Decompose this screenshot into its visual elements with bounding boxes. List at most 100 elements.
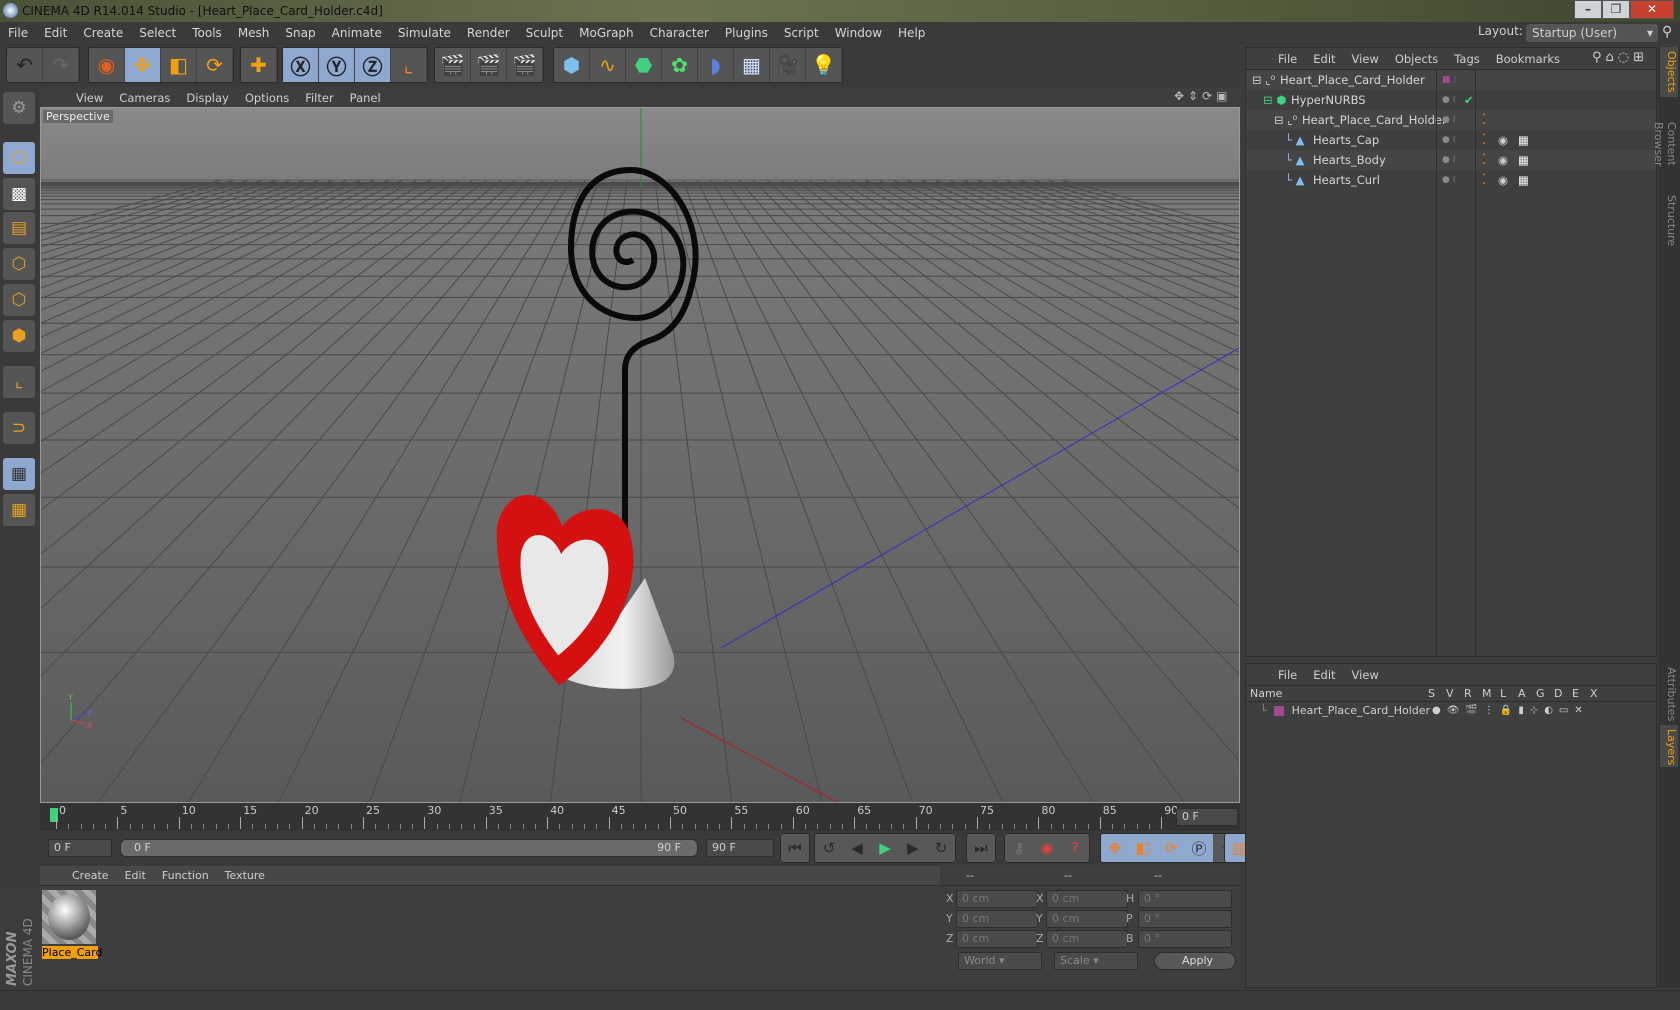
menu-snap[interactable]: Snap (277, 26, 323, 40)
layer-column-a[interactable]: A (1518, 687, 1526, 700)
coord-field[interactable]: 0 ° (1138, 930, 1232, 948)
layer-column-d[interactable]: D (1554, 687, 1562, 700)
play-icon[interactable]: ▶ (871, 834, 899, 862)
goto-start-icon[interactable]: ⏮ (781, 834, 809, 862)
layer-row[interactable]: └ Heart_Place_Card_Holder ●👁🎬⋮🔒▮⊹◐▭✕ (1246, 702, 1656, 720)
prev-key-icon[interactable]: ↺ (815, 834, 843, 862)
object-row[interactable]: ⊟ ⬢ HyperNURBS ● ⁞ ✔ (1246, 90, 1656, 110)
tab-attributes[interactable]: Attributes (1660, 663, 1678, 723)
layer-column-m[interactable]: M (1482, 687, 1492, 700)
menu-mograph[interactable]: MoGraph (571, 26, 642, 40)
material-tag-icon[interactable]: ◉ (1498, 170, 1508, 190)
array-icon[interactable]: ✿ (662, 48, 698, 82)
deformer-icon[interactable]: ◗ (698, 48, 734, 82)
undo-icon[interactable]: ↶ (7, 48, 43, 82)
key-scale-icon[interactable]: ◧ (1129, 834, 1157, 862)
viewport-menu-panel[interactable]: Panel (342, 91, 389, 105)
menu-animate[interactable]: Animate (324, 26, 390, 40)
axis-mode-icon[interactable]: ⌞ (3, 366, 35, 398)
layer-menu-view[interactable]: View (1344, 668, 1387, 682)
start-frame-field[interactable]: 0 F (48, 839, 112, 857)
tab-layers[interactable]: Layers (1660, 725, 1678, 767)
object-menu-edit[interactable]: Edit (1305, 52, 1343, 66)
restore-button[interactable]: ❐ (1602, 0, 1630, 19)
visibility-dots[interactable]: ● ⁞ (1442, 90, 1456, 110)
uvw-tag-icon[interactable]: ▦ (1518, 170, 1529, 190)
viewport-menu-filter[interactable]: Filter (297, 91, 341, 105)
coord-field[interactable]: 0 cm (1046, 910, 1128, 928)
visibility-dots[interactable]: ■ ⁞ (1442, 70, 1456, 90)
edit-render-settings-icon[interactable]: 🎬 (507, 48, 543, 82)
search-icon[interactable]: ⚲ (1662, 24, 1672, 40)
viewport-menu-options[interactable]: Options (237, 91, 297, 105)
layer-column-x[interactable]: X (1590, 687, 1598, 700)
snap-icon[interactable]: ⊃ (3, 412, 35, 444)
move-icon[interactable]: ✥ (125, 48, 161, 82)
menu-select[interactable]: Select (131, 26, 184, 40)
material-tag-icon[interactable]: ◉ (1498, 150, 1508, 170)
apply-button[interactable]: Apply (1154, 952, 1236, 970)
object-menu-file[interactable]: File (1270, 52, 1305, 66)
light-icon[interactable]: 💡 (806, 48, 842, 82)
nurbs-icon[interactable]: ⬣ (626, 48, 662, 82)
edges-mode-icon[interactable]: ⬡ (3, 284, 35, 316)
material-menu-function[interactable]: Function (154, 869, 217, 882)
make-editable-icon[interactable]: ⚙ (3, 92, 35, 124)
viewport-menu-display[interactable]: Display (178, 91, 236, 105)
polygons-mode-icon[interactable]: ⬢ (3, 320, 35, 352)
render-picture-viewer-icon[interactable]: 🎬 (471, 48, 507, 82)
layer-column-v[interactable]: V (1446, 687, 1454, 700)
model-mode-icon[interactable]: ⬡ (3, 142, 35, 174)
menu-character[interactable]: Character (642, 26, 717, 40)
object-manager-tools-icons[interactable]: ⚲⌂◌⊞ (1592, 50, 1648, 65)
menu-create[interactable]: Create (75, 26, 131, 40)
workplane-icon[interactable]: ▤ (3, 212, 35, 244)
object-row[interactable]: └ ▲ Hearts_Curl ● ⁞ ⁚ ◉ ▦ (1246, 170, 1656, 190)
menu-window[interactable]: Window (827, 26, 890, 40)
tab-objects[interactable]: Objects (1660, 47, 1678, 97)
enabled-check-icon[interactable]: ✔ (1464, 90, 1474, 110)
layer-menu-edit[interactable]: Edit (1305, 668, 1343, 682)
y-axis-icon[interactable]: Ⓨ (319, 48, 355, 82)
x-axis-icon[interactable]: Ⓧ (283, 48, 319, 82)
coordinate-system-dropdown[interactable]: World ▾ (958, 952, 1042, 970)
key-position-icon[interactable]: ✥ (1101, 834, 1129, 862)
scale-icon[interactable]: ◧ (161, 48, 197, 82)
camera-icon[interactable]: 🎥 (770, 48, 806, 82)
goto-end-icon[interactable]: ⏭ (967, 834, 995, 862)
floor-icon[interactable]: ▦ (734, 48, 770, 82)
coordinate-system-icon[interactable]: ⌞ (391, 48, 427, 82)
menu-render[interactable]: Render (459, 26, 518, 40)
layer-flag-icons[interactable]: ●👁🎬⋮🔒▮⊹◐▭✕ (1432, 702, 1589, 720)
render-view-icon[interactable]: 🎬 (435, 48, 471, 82)
menu-sculpt[interactable]: Sculpt (518, 26, 571, 40)
viewport-perspective[interactable]: Y ZX Perspective (40, 107, 1240, 803)
menu-script[interactable]: Script (776, 26, 827, 40)
menu-plugins[interactable]: Plugins (717, 26, 776, 40)
transform-mode-dropdown[interactable]: Scale ▾ (1054, 952, 1138, 970)
coord-field[interactable]: 0 cm (956, 890, 1038, 908)
viewport-nav-icons[interactable]: ✥⇕⟳▣ (1174, 89, 1232, 103)
current-frame-field[interactable]: 0 F (1176, 808, 1238, 826)
step-forward-icon[interactable]: ▶ (899, 834, 927, 862)
frame-range-slider[interactable]: 0 F 90 F (120, 839, 698, 857)
object-menu-objects[interactable]: Objects (1387, 52, 1446, 66)
viewport-menu-view[interactable]: View (68, 91, 111, 105)
step-back-icon[interactable]: ◀ (843, 834, 871, 862)
object-menu-tags[interactable]: Tags (1446, 52, 1487, 66)
layer-menu-file[interactable]: File (1270, 668, 1305, 682)
z-axis-icon[interactable]: Ⓩ (355, 48, 391, 82)
key-parameter-icon[interactable]: Ⓟ (1185, 834, 1213, 862)
phong-tag-icon[interactable]: ⁚ (1482, 130, 1486, 150)
record-key-icon[interactable]: ⚷ (1005, 834, 1033, 862)
visibility-dots[interactable]: ● ⁞ (1442, 110, 1456, 130)
visibility-dots[interactable]: ● ⁞ (1442, 130, 1456, 150)
viewport-menu-cameras[interactable]: Cameras (111, 91, 178, 105)
minimize-button[interactable]: – (1574, 0, 1602, 19)
layer-column-r[interactable]: R (1464, 687, 1472, 700)
object-row[interactable]: ⊟ ⌞⁰ Heart_Place_Card_Holder ● ⁞ ⁚ (1246, 110, 1656, 130)
menu-tools[interactable]: Tools (184, 26, 230, 40)
coord-field[interactable]: 0 cm (956, 910, 1038, 928)
layer-column-s[interactable]: S (1428, 687, 1435, 700)
material-tag-icon[interactable]: ◉ (1498, 130, 1508, 150)
